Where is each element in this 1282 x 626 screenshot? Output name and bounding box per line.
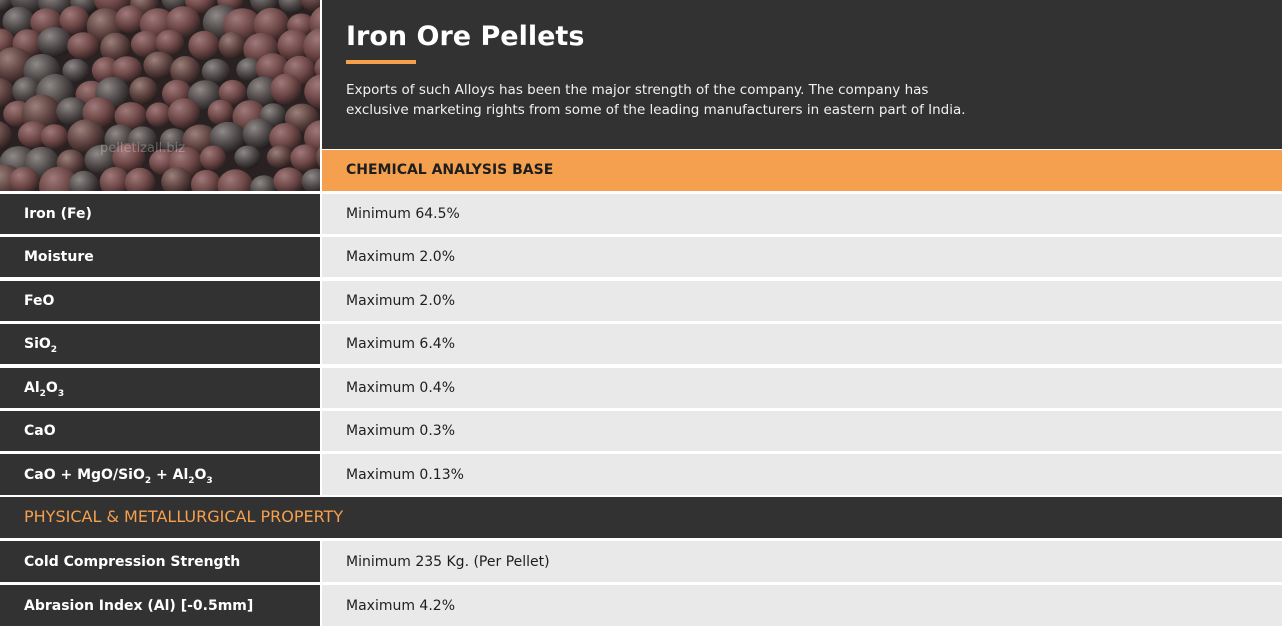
spec-value-cell: Maximum 4.2% xyxy=(322,585,1282,626)
spec-label-part: O xyxy=(194,466,207,483)
pellet-shape xyxy=(167,98,200,129)
pellet-shape xyxy=(40,124,69,149)
spec-label: Abrasion Index (Al) [-0.5mm] xyxy=(24,597,254,614)
spec-row-moisture: Moisture Maximum 2.0% xyxy=(0,237,1282,277)
spec-label: CaO + MgO/SiO2 + Al2O3 xyxy=(24,466,213,486)
spec-row-abrasion-index: Abrasion Index (Al) [-0.5mm] Maximum 4.2… xyxy=(0,585,1282,626)
pellet-shape xyxy=(290,144,320,172)
spec-label: Cold Compression Strength xyxy=(24,553,241,570)
pellet-shape xyxy=(67,32,99,60)
spec-label: Moisture xyxy=(24,249,94,265)
spec-value: Maximum 0.4% xyxy=(346,380,455,396)
spec-value: Maximum 6.4% xyxy=(346,336,455,352)
intro-description: Exports of such Alloys has been the majo… xyxy=(346,82,966,118)
spec-value: Maximum 2.0% xyxy=(346,293,455,309)
spec-value: Minimum 64.5% xyxy=(346,206,460,222)
spec-row-iron: Iron (Fe) Minimum 64.5% xyxy=(0,194,1282,234)
title-underline xyxy=(346,60,416,64)
spec-value-cell: Maximum 0.3% xyxy=(322,411,1282,451)
spec-row-basicity: CaO + MgO/SiO2 + Al2O3 Maximum 0.13% xyxy=(0,454,1282,495)
page-title: Iron Ore Pellets xyxy=(346,21,585,52)
physical-property-heading: PHYSICAL & METALLURGICAL PROPERTY xyxy=(24,507,344,526)
pellet-shape xyxy=(199,145,226,171)
spec-label-part: SiO xyxy=(24,336,51,352)
spec-label: CaO xyxy=(24,423,56,439)
pellet-shape xyxy=(143,51,175,80)
spec-value-cell: Maximum 0.4% xyxy=(322,368,1282,408)
spec-label-cell: CaO + MgO/SiO2 + Al2O3 xyxy=(0,454,320,495)
spec-label-subscript: 3 xyxy=(206,475,213,486)
spec-value-cell: Maximum 0.13% xyxy=(322,454,1282,495)
spec-label-cell: SiO2 xyxy=(0,324,320,364)
spec-label-cell: CaO xyxy=(0,411,320,451)
pellet-shape xyxy=(270,73,302,105)
spec-label-cell: FeO xyxy=(0,281,320,321)
pellet-shape xyxy=(218,31,247,59)
spec-value-cell: Maximum 2.0% xyxy=(322,281,1282,321)
spec-label-part: Al xyxy=(24,380,40,396)
physical-property-heading-band: PHYSICAL & METALLURGICAL PROPERTY xyxy=(0,497,1282,538)
spec-row-al2o3: Al2O3 Maximum 0.4% xyxy=(0,368,1282,408)
image-watermark: pelletizall.biz xyxy=(100,141,185,156)
pellet-shape xyxy=(188,30,220,61)
spec-label: Iron (Fe) xyxy=(24,206,92,222)
spec-label: SiO2 xyxy=(24,336,58,355)
spec-label-cell: Abrasion Index (Al) [-0.5mm] xyxy=(0,585,320,626)
spec-value: Minimum 235 Kg. (Per Pellet) xyxy=(346,553,550,570)
pellet-shape xyxy=(129,76,158,105)
iron-ore-pellets-image: pelletizall.biz xyxy=(0,0,320,191)
spec-value-cell: Maximum 2.0% xyxy=(322,237,1282,277)
pellet-shape xyxy=(155,29,185,56)
spec-value-cell: Minimum 64.5% xyxy=(322,194,1282,234)
spec-label-cell: Moisture xyxy=(0,237,320,277)
spec-row-cold-compression: Cold Compression Strength Minimum 235 Kg… xyxy=(0,541,1282,582)
spec-value: Maximum 4.2% xyxy=(346,597,455,614)
spec-label-subscript: 2 xyxy=(50,345,58,355)
spec-value: Maximum 0.13% xyxy=(346,466,464,483)
spec-row-cao: CaO Maximum 0.3% xyxy=(0,411,1282,451)
chemical-analysis-heading: CHEMICAL ANALYSIS BASE xyxy=(346,162,554,178)
spec-label-cell: Al2O3 xyxy=(0,368,320,408)
pellet-shape xyxy=(207,99,234,126)
chemical-analysis-heading-band: CHEMICAL ANALYSIS BASE xyxy=(322,150,1282,191)
spec-label: FeO xyxy=(24,293,55,309)
spec-row-feo: FeO Maximum 2.0% xyxy=(0,281,1282,321)
pellet-shape xyxy=(37,27,72,57)
spec-label-part: + Al xyxy=(151,466,189,483)
intro-panel: Iron Ore Pellets Exports of such Alloys … xyxy=(322,0,1282,149)
spec-value: Maximum 2.0% xyxy=(346,249,455,265)
product-spec-sheet: pelletizall.biz Iron Ore Pellets Exports… xyxy=(0,0,1282,626)
spec-label: Al2O3 xyxy=(24,380,65,399)
spec-label-part: CaO + MgO/SiO xyxy=(24,466,145,483)
spec-label-part: O xyxy=(45,380,58,396)
product-photo: pelletizall.biz xyxy=(0,0,320,191)
pellet-shape xyxy=(266,145,294,169)
spec-row-sio2: SiO2 Maximum 6.4% xyxy=(0,324,1282,364)
spec-value-cell: Maximum 6.4% xyxy=(322,324,1282,364)
spec-label-cell: Iron (Fe) xyxy=(0,194,320,234)
pellet-shape xyxy=(234,145,261,169)
spec-value-cell: Minimum 235 Kg. (Per Pellet) xyxy=(322,541,1282,582)
spec-label-cell: Cold Compression Strength xyxy=(0,541,320,582)
spec-label-subscript: 3 xyxy=(57,389,65,399)
spec-value: Maximum 0.3% xyxy=(346,423,455,439)
